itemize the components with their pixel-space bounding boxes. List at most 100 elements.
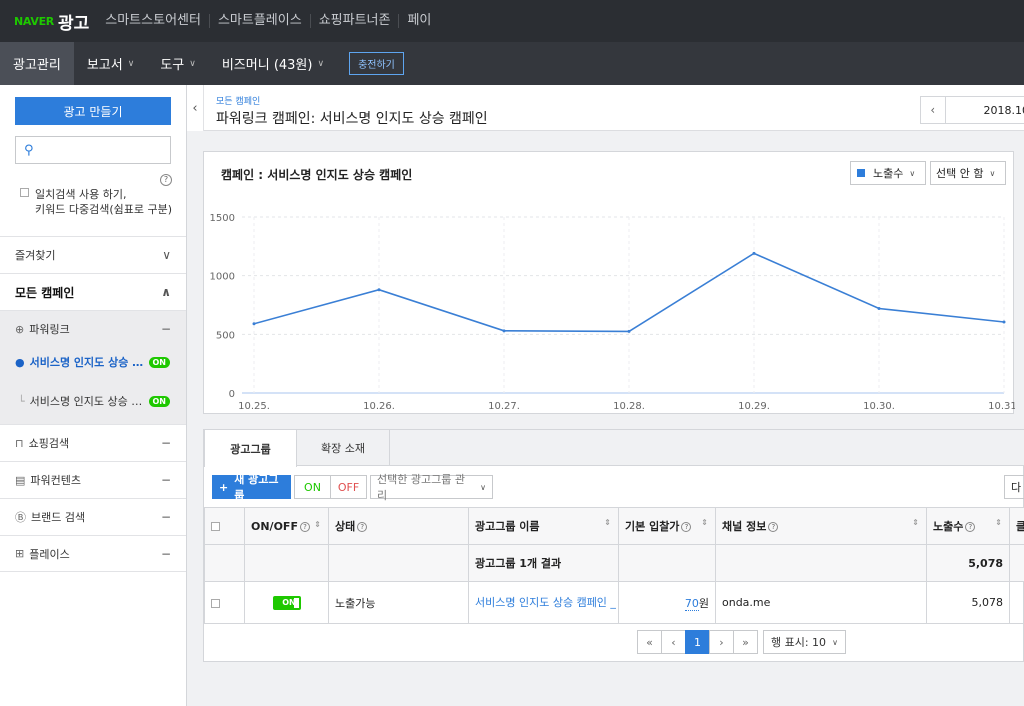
data-point [1002,320,1006,324]
page-1-button[interactable]: 1 [685,630,710,654]
help-icon[interactable]: ? [299,521,310,532]
nav-tools-label: 도구 [160,58,185,73]
date-prev-button[interactable]: ‹ [921,97,946,123]
charge-button[interactable]: 충전하기 [349,52,404,75]
row-adgroup-name-link[interactable]: 서비스명 인지도 상승 캠페인 _ 테스트 [468,581,619,624]
breadcrumb[interactable]: 모든 캠페인 [216,94,260,107]
top-links: 스마트스토어센터 스마트플레이스 쇼핑파트너존 페이 [97,14,439,28]
onoff-toggle[interactable]: ON [272,596,301,610]
bulk-on-button[interactable]: ON [294,475,331,499]
help-icon[interactable]: ? [681,522,692,532]
help-icon[interactable]: ? [357,522,368,532]
sidebar-shopping[interactable]: ⊓ 쇼핑검색 − [0,424,186,461]
search-icon: ⚲ [24,143,34,158]
x-tick-label: 10.31. [988,401,1015,412]
tab-extensions[interactable]: 확장 소재 [297,430,390,466]
col-onoff-label: ON/OFF [251,519,298,533]
collapse-icon[interactable]: − [161,436,171,450]
top-link-smartplace[interactable]: 스마트플레이스 [208,14,310,28]
sort-icon[interactable]: ⇕ [701,518,708,527]
sidebar-adgroup-label: 서비스명 인지도 상승 … [29,395,143,408]
sidebar-favorites[interactable]: 즐겨찾기 ∨ [0,236,186,273]
collapse-icon[interactable]: − [161,322,171,336]
exact-match-checkbox[interactable] [20,188,29,197]
tab-adgroup[interactable]: 광고그룹 [204,430,297,467]
sidebar-powerlink[interactable]: ⊕ 파워링크 − [0,310,186,347]
sidebar-all-campaigns[interactable]: 모든 캠페인 ∧ [0,273,186,310]
nav-tools[interactable]: 도구 ∨ [147,42,209,85]
col-impressions[interactable]: 노출수? ⇕ [926,507,1010,545]
manage-selected-label: 선택한 광고그룹 관리 [377,473,465,502]
sidebar-powercontents-label: 파워컨텐츠 [30,474,82,487]
more-button[interactable]: 다 [1004,475,1024,499]
sort-icon[interactable]: ⇕ [314,520,321,529]
row-channel: onda.me [715,581,927,624]
top-link-pay[interactable]: 페이 [398,14,439,28]
first-page-button[interactable]: « [637,630,662,654]
date-range-picker[interactable]: ‹ 2018.10 [920,96,1024,124]
compare-dropdown[interactable]: 선택 안 함 ∨ [930,161,1006,185]
exact-match-label: 일치검색 사용 하기, [35,188,127,201]
chevron-down-icon: ∨ [909,168,916,178]
globe-icon: ⊕ [15,322,25,336]
sort-icon[interactable]: ⇕ [995,518,1002,527]
row-bid-unit: 원 [698,596,709,610]
next-page-button[interactable]: › [709,630,734,654]
table-row: ON 노출가능 서비스명 인지도 상승 캠페인 _ 테스트 70원 onda.m… [204,581,1024,624]
col-bid-label: 기본 입찰가 [625,520,680,533]
series-color-swatch [857,169,865,177]
col-status[interactable]: 상태? [328,507,469,545]
help-icon[interactable]: ? [160,174,172,186]
last-page-button[interactable]: » [733,630,758,654]
row-status: 노출가능 [328,581,469,624]
sidebar-place[interactable]: ⊞ 플레이스 − [0,535,186,572]
manage-selected-dropdown[interactable]: 선택한 광고그룹 관리 ∨ [370,473,493,502]
x-tick-label: 10.28. [613,401,645,412]
collapse-icon[interactable]: − [161,547,171,561]
nav-ad-management[interactable]: 광고관리 [0,42,74,85]
sidebar-brand[interactable]: Ⓑ 브랜드 검색 − [0,498,186,535]
new-adgroup-button[interactable]: + 새 광고그룹 [212,473,291,502]
row-checkbox[interactable] [211,598,220,608]
y-tick-label: 1000 [210,272,235,283]
sort-icon[interactable]: ⇕ [912,518,919,527]
sidebar-campaign-item[interactable]: ● 서비스명 인지도 상승 … ON [0,346,186,378]
prev-page-button[interactable]: ‹ [661,630,686,654]
sidebar-all-campaigns-label: 모든 캠페인 [15,285,75,300]
collapse-icon[interactable]: − [161,510,171,524]
naver-logo: NAVER [14,14,54,28]
on-badge: ON [148,356,170,368]
sidebar-collapse-button[interactable]: ‹ [187,85,204,131]
col-bid[interactable]: 기본 입찰가? ⇕ [618,507,716,545]
sort-icon[interactable]: ⇕ [604,518,611,527]
sidebar-powercontents[interactable]: ▤ 파워컨텐츠 − [0,461,186,498]
help-icon[interactable]: ? [965,522,976,532]
row-bid-link[interactable]: 70 [684,596,699,611]
naver-ad-logo[interactable]: NAVER 광고 [14,9,89,34]
col-name[interactable]: 광고그룹 이름 ⇕ [468,507,619,545]
top-link-smartstore[interactable]: 스마트스토어센터 [97,14,209,28]
rows-per-page-dropdown[interactable]: 행 표시: 10 ∨ [763,630,846,654]
sidebar-adgroup-item[interactable]: └ 서비스명 인지도 상승 … ON [0,378,186,424]
help-icon[interactable]: ? [768,522,779,532]
metric-dropdown[interactable]: 노출수 ∨ [850,161,926,185]
select-all-checkbox[interactable] [211,522,220,531]
col-clicks[interactable]: 클 [1009,507,1024,545]
sidebar-brand-label: 브랜드 검색 [31,511,86,524]
pagination: « ‹ 1 › » 행 표시: 10 ∨ [637,630,846,654]
row-select-cell [204,581,245,624]
bulk-off-button[interactable]: OFF [331,475,367,499]
create-ad-button[interactable]: 광고 만들기 [15,97,171,125]
col-channel[interactable]: 채널 정보? ⇕ [715,507,927,545]
table-toolbar: + 새 광고그룹 ON OFF 선택한 광고그룹 관리 ∨ [212,473,493,502]
chevron-down-icon: ∨ [162,248,171,262]
collapse-icon[interactable]: − [161,473,171,487]
chevron-down-icon: ∨ [480,482,486,492]
y-tick-label: 0 [229,389,235,400]
ad-logo-text: 광고 [57,13,90,34]
top-link-shopping-partner[interactable]: 쇼핑파트너존 [309,14,399,28]
col-onoff[interactable]: ON/OFF? ⇕ [244,507,329,545]
nav-reports[interactable]: 보고서 ∨ [74,42,147,85]
nav-bizmoney[interactable]: 비즈머니 (43원) ∨ [209,42,337,85]
campaign-search-input[interactable]: ⚲ [15,136,171,164]
